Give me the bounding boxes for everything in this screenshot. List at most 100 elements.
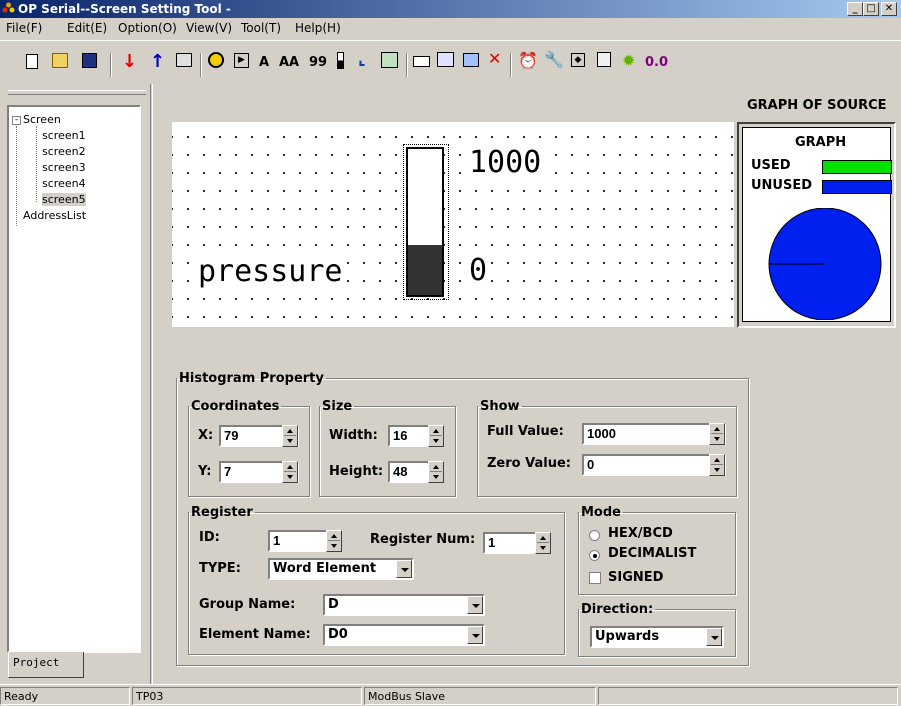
status-ready: Ready <box>0 687 130 705</box>
delete-icon[interactable]: ✕ <box>488 49 501 68</box>
group-name-value: D <box>328 597 339 612</box>
window-title: OP Serial--Screen Setting Tool - <box>18 2 231 16</box>
full-value-spinner[interactable] <box>709 423 725 445</box>
tab-project[interactable]: Project <box>8 652 84 678</box>
menu-bar: File(F) Edit(E) Option(O) View(V) Tool(T… <box>0 18 901 38</box>
register-title: Register <box>191 505 253 520</box>
full-value-label[interactable]: 1000 <box>467 144 544 182</box>
paste-icon[interactable] <box>597 52 611 67</box>
type-select[interactable]: Word Element <box>268 558 414 580</box>
menu-view[interactable]: View(V) <box>186 21 232 35</box>
element-name-select[interactable]: D0 <box>323 624 485 646</box>
screen-image-icon[interactable] <box>176 53 192 67</box>
splitter[interactable] <box>150 84 153 684</box>
height-label: Height: <box>329 464 384 479</box>
app-icon <box>2 2 15 13</box>
tree-item-addresslist[interactable]: AddressList <box>23 209 86 222</box>
properties-icon[interactable]: ◆ <box>571 53 585 67</box>
zero-value-input[interactable]: 0 <box>582 454 726 476</box>
full-value-label-field: Full Value: <box>487 424 564 439</box>
element-name-label: Element Name: <box>199 627 311 642</box>
tree-item-screen4[interactable]: screen4 <box>42 177 86 190</box>
group-name-label: Group Name: <box>199 597 296 612</box>
collapse-icon[interactable]: - <box>12 116 21 125</box>
group-name-select[interactable]: D <box>323 594 485 616</box>
direction-select[interactable]: Upwards <box>590 626 724 648</box>
width-spinner[interactable] <box>428 425 444 447</box>
alarm-clock-icon[interactable]: ⏰ <box>518 51 538 70</box>
source-panel: GRAPH USED UNUSED <box>737 122 896 328</box>
tree-item-screen2[interactable]: screen2 <box>42 145 86 158</box>
id-spinner[interactable] <box>326 530 342 552</box>
wrench-icon[interactable]: 🔧 <box>544 50 564 69</box>
status-device: TP03 <box>132 687 362 705</box>
coordinates-title: Coordinates <box>191 399 280 414</box>
tree-item-screen1[interactable]: screen1 <box>42 129 86 142</box>
graph-box: GRAPH USED UNUSED <box>742 127 892 322</box>
signed-label: SIGNED <box>608 570 664 585</box>
save-icon[interactable] <box>82 53 97 68</box>
decimalist-radio[interactable] <box>589 550 600 561</box>
direction-title: Direction: <box>581 602 654 617</box>
chevron-down-icon[interactable] <box>396 560 412 578</box>
maximize-button[interactable]: □ <box>863 2 879 16</box>
close-button[interactable]: ✕ <box>881 2 897 16</box>
hex-bcd-radio[interactable] <box>589 530 600 541</box>
line-chart-icon[interactable]: ⌞ <box>358 49 366 68</box>
zero-value-label[interactable]: 0 <box>467 253 490 289</box>
unused-swatch <box>822 180 892 194</box>
play-button-icon[interactable]: ▶ <box>234 53 249 68</box>
menu-edit[interactable]: Edit(E) <box>67 21 107 35</box>
menu-file[interactable]: File(F) <box>6 21 42 35</box>
screen-canvas[interactable] <box>172 122 734 327</box>
show-group: Show <box>477 399 737 497</box>
full-value-input[interactable]: 1000 <box>582 423 726 445</box>
y-spinner[interactable] <box>282 461 298 483</box>
text-aa-tool[interactable]: AA <box>279 55 299 70</box>
register-num-spinner[interactable] <box>535 532 551 554</box>
type-value: Word Element <box>273 561 377 576</box>
menu-help[interactable]: Help(H) <box>295 21 341 35</box>
histogram-icon[interactable] <box>337 52 344 69</box>
copy-screen-icon[interactable] <box>463 53 479 67</box>
usage-pie-chart <box>768 208 882 320</box>
menu-option[interactable]: Option(O) <box>118 21 177 35</box>
histogram-property-title: Histogram Property <box>179 371 324 386</box>
x-spinner[interactable] <box>282 425 298 447</box>
window-icon[interactable] <box>437 52 454 67</box>
id-label: ID: <box>199 530 220 545</box>
menu-tool[interactable]: Tool(T) <box>241 21 281 35</box>
chevron-down-icon[interactable] <box>706 628 722 646</box>
signed-checkbox[interactable] <box>589 572 601 584</box>
download-arrow-icon[interactable]: ↓ <box>122 51 137 72</box>
height-spinner[interactable] <box>428 461 444 483</box>
zero-value-spinner[interactable] <box>709 454 725 476</box>
picture-icon[interactable] <box>381 52 398 68</box>
project-tree: - Screen screen1 screen2 screen3 screen4… <box>7 105 141 653</box>
chevron-down-icon[interactable] <box>467 596 483 614</box>
histogram-bar[interactable] <box>403 144 449 300</box>
rectangle-icon[interactable] <box>413 56 430 67</box>
tree-item-screen5[interactable]: screen5 <box>42 193 86 206</box>
tree-item-screen3[interactable]: screen3 <box>42 161 86 174</box>
new-file-icon[interactable] <box>26 54 38 69</box>
number-tool[interactable]: 99 <box>309 55 327 70</box>
unused-label: UNUSED <box>751 178 813 193</box>
gear-icon[interactable]: ✹ <box>622 51 635 70</box>
register-num-label: Register Num: <box>370 532 476 547</box>
chevron-down-icon[interactable] <box>467 626 483 644</box>
tree-root-screen[interactable]: Screen <box>23 113 61 126</box>
minimize-button[interactable]: _ <box>847 2 863 16</box>
pressure-label[interactable]: pressure <box>196 254 345 290</box>
x-label: X: <box>198 428 214 443</box>
status-bar: Ready TP03 ModBus Slave <box>0 684 901 706</box>
lamp-icon[interactable] <box>208 52 224 68</box>
hex-bcd-label: HEX/BCD <box>608 526 673 541</box>
zero-value-label-field: Zero Value: <box>487 456 571 471</box>
selection-outline <box>403 144 449 300</box>
used-swatch <box>822 160 892 174</box>
text-a-tool[interactable]: A <box>259 55 269 70</box>
upload-arrow-icon[interactable]: ↑ <box>150 51 165 72</box>
open-folder-icon[interactable] <box>52 53 68 68</box>
graph-label: GRAPH <box>795 135 847 150</box>
